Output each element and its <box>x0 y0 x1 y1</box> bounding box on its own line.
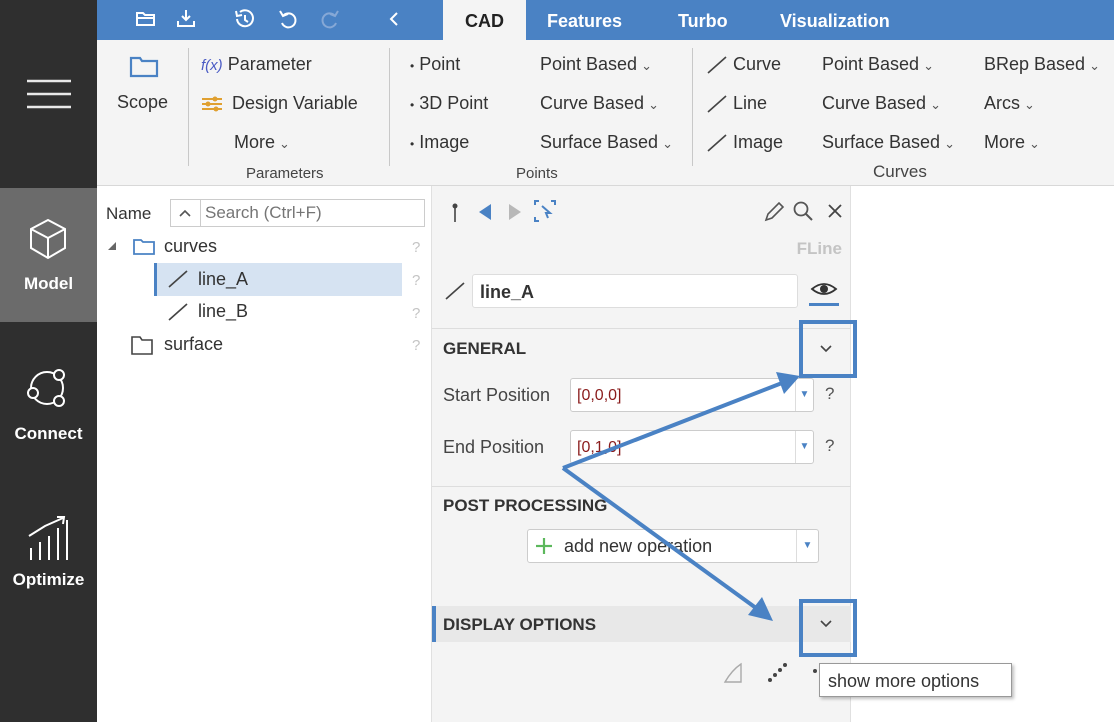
annotation-arrows <box>561 372 800 621</box>
